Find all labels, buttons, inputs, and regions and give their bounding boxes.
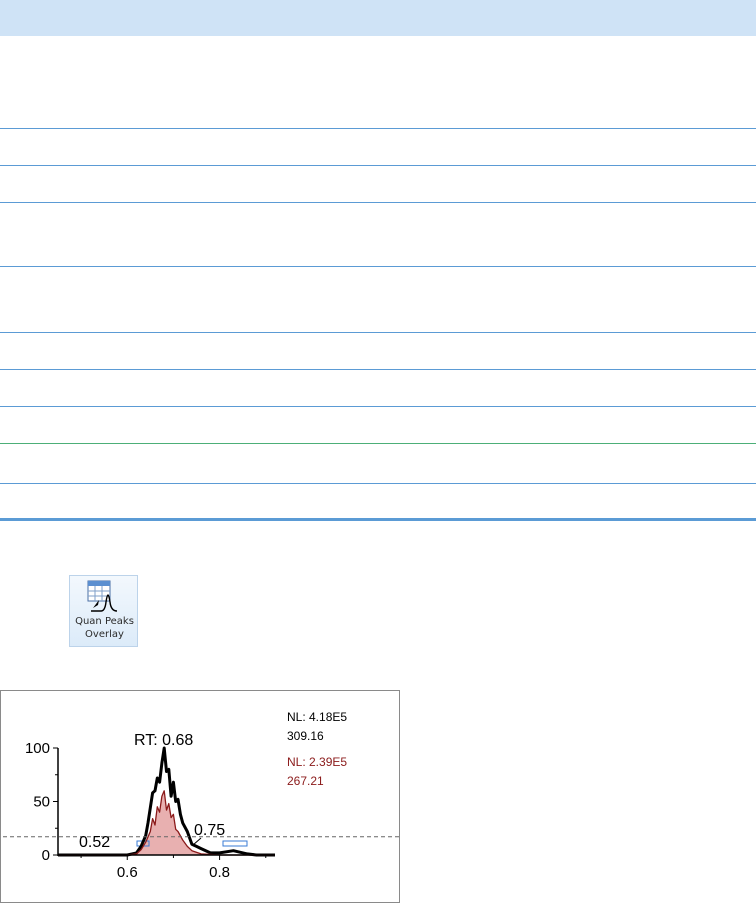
baseline-marker-right: [222, 840, 248, 847]
legend-nl-0: NL: 4.18E5: [287, 710, 347, 724]
table-row[interactable]: [0, 407, 756, 444]
peak-leader-0-75: [192, 837, 202, 846]
peak-label-0-75: 0.75: [194, 822, 225, 839]
legend-mass-0: 309.16: [287, 729, 324, 743]
legend-mass-1: 267.21: [287, 774, 324, 788]
table-row[interactable]: [0, 267, 756, 333]
table-header-band: [0, 0, 756, 36]
quan-peaks-overlay-button[interactable]: Quan Peaks Overlay: [69, 575, 138, 647]
table-row[interactable]: [0, 129, 756, 166]
table-row[interactable]: [0, 166, 756, 203]
table-row[interactable]: [0, 444, 756, 484]
table-bottom-border: [0, 518, 756, 521]
x-tick-label-0.6: 0.6: [117, 864, 138, 881]
quan-peaks-overlay-chart: 0 50 100 0.6 0.8 RT: 0.68 0.52 0.75 NL: 4.18E5 30…: [0, 690, 400, 903]
table-row[interactable]: [0, 370, 756, 407]
y-tick-label-100: 100: [25, 740, 50, 757]
legend-nl-1: NL: 2.39E5: [287, 755, 347, 769]
peak-label-0-52: 0.52: [79, 834, 110, 851]
quan-peaks-overlay-label: Quan Peaks Overlay: [75, 616, 134, 640]
chromatogram-plot: 0 50 100 0.6 0.8 RT: 0.68 0.52 0.75 NL: 4.18E5 30…: [3, 710, 399, 881]
y-tick-label-50: 50: [33, 794, 50, 811]
table-row[interactable]: [0, 203, 756, 267]
x-tick-label-0.8: 0.8: [209, 864, 230, 881]
y-tick-label-0: 0: [42, 847, 50, 864]
table-row[interactable]: [0, 333, 756, 370]
quan-peaks-overlay-icon: [87, 580, 118, 612]
results-table: [0, 36, 756, 522]
table-row[interactable]: [0, 36, 756, 129]
rt-annotation: RT: 0.68: [134, 732, 193, 749]
